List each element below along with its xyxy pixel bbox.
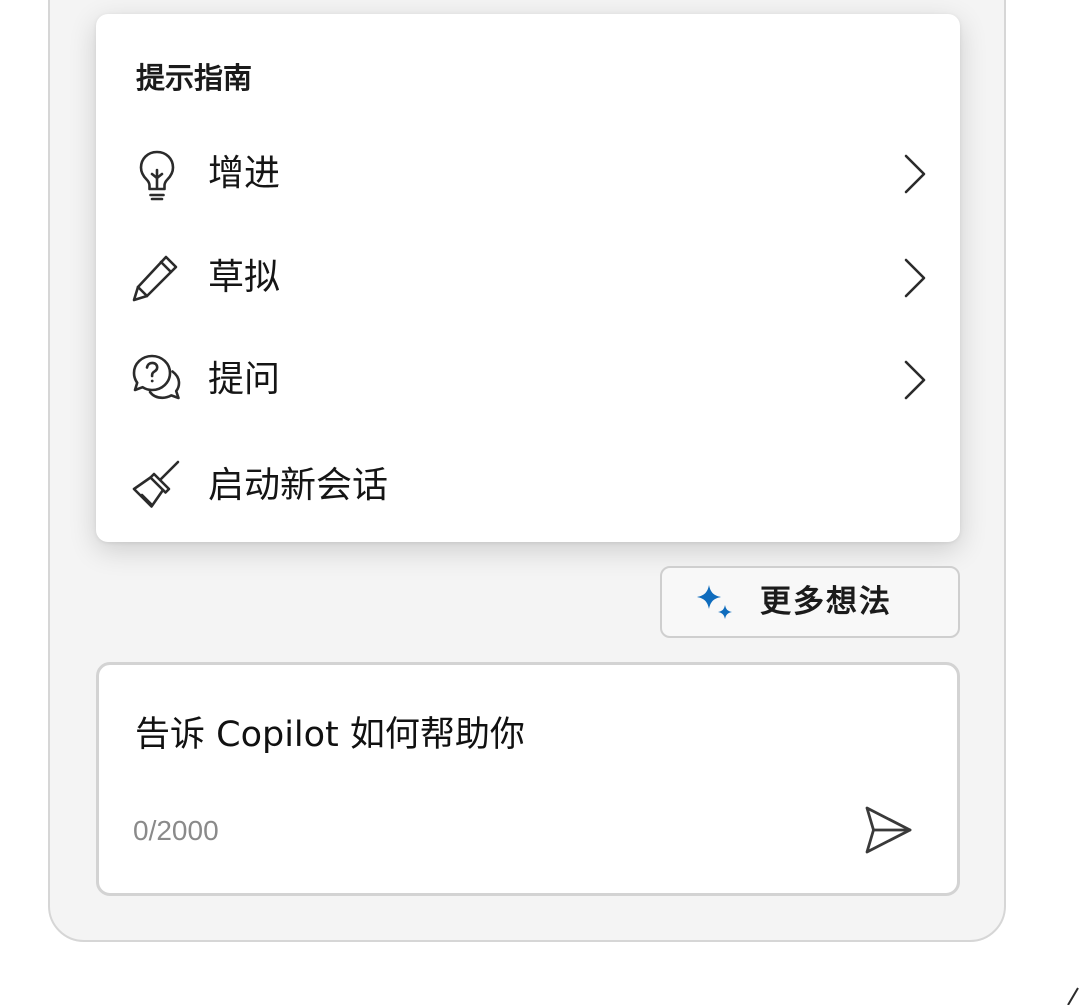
character-counter: 0/2000 [133, 815, 219, 846]
question-chat-icon [132, 354, 181, 400]
broom-icon [132, 460, 180, 508]
menu-item-improve[interactable]: 增进 [96, 126, 960, 222]
chevron-right-icon [904, 154, 926, 194]
menu-item-label: 增进 [208, 153, 281, 194]
prompt-input[interactable] [135, 711, 835, 759]
pencil-icon [132, 255, 178, 302]
menu-item-label: 启动新会话 [208, 465, 389, 506]
more-ideas-button[interactable]: 更多想法 [660, 566, 960, 638]
lightbulb-icon [139, 150, 175, 201]
resize-handle[interactable] [1064, 984, 1080, 1005]
more-ideas-label: 更多想法 [760, 584, 892, 620]
prompt-guide-title: 提示指南 [136, 61, 253, 95]
chevron-right-icon [904, 360, 926, 400]
menu-item-new-session[interactable]: 启动新会话 [96, 438, 960, 534]
prompt-guide-menu: 提示指南 增进 草拟 提问 启动新会话 [96, 14, 960, 542]
send-icon[interactable] [861, 803, 915, 857]
menu-item-ask[interactable]: 提问 [96, 332, 960, 428]
chevron-right-icon [904, 258, 926, 298]
sparkle-icon [697, 585, 732, 619]
menu-item-label: 提问 [208, 359, 281, 400]
chat-composer: 0/2000 [96, 662, 960, 896]
menu-item-label: 草拟 [208, 257, 281, 298]
menu-item-draft[interactable]: 草拟 [96, 230, 960, 326]
